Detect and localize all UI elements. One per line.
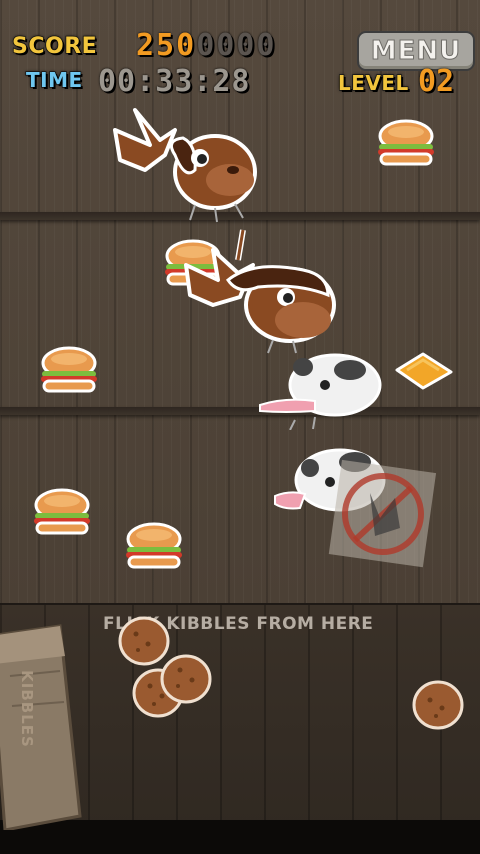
dog-icon[interactable] [105, 100, 265, 225]
no-sign-icon [328, 459, 437, 568]
menu-button[interactable]: MENU [357, 31, 475, 71]
kibble-icon[interactable] [158, 652, 214, 706]
burger-icon[interactable] [375, 118, 437, 170]
score-digits-lit: 250 [136, 28, 197, 63]
kibbles-bag-label: KIBBLES [17, 670, 36, 748]
opossum-icon[interactable] [255, 345, 390, 430]
score-value: 2500000 [136, 28, 276, 63]
kibble-icon[interactable] [410, 678, 466, 732]
burger-icon[interactable] [123, 521, 185, 573]
game-stage[interactable]: SCORE 2500000 MENU TIME 00:33:28 LEVEL 0… [0, 0, 480, 854]
score-digits-dim: 0000 [196, 28, 277, 63]
burger-icon[interactable] [31, 487, 93, 539]
dog-icon[interactable] [178, 225, 343, 355]
time-value: 00:33:28 [98, 64, 251, 99]
burger-icon[interactable] [38, 345, 100, 397]
level-value: 02 [418, 64, 455, 99]
kibbles-bag [0, 624, 82, 830]
time-label: TIME [25, 67, 83, 93]
score-label: SCORE [11, 33, 98, 60]
cheese-icon[interactable] [393, 350, 455, 390]
floor-seam [0, 407, 480, 415]
level-label: LEVEL [337, 70, 409, 96]
